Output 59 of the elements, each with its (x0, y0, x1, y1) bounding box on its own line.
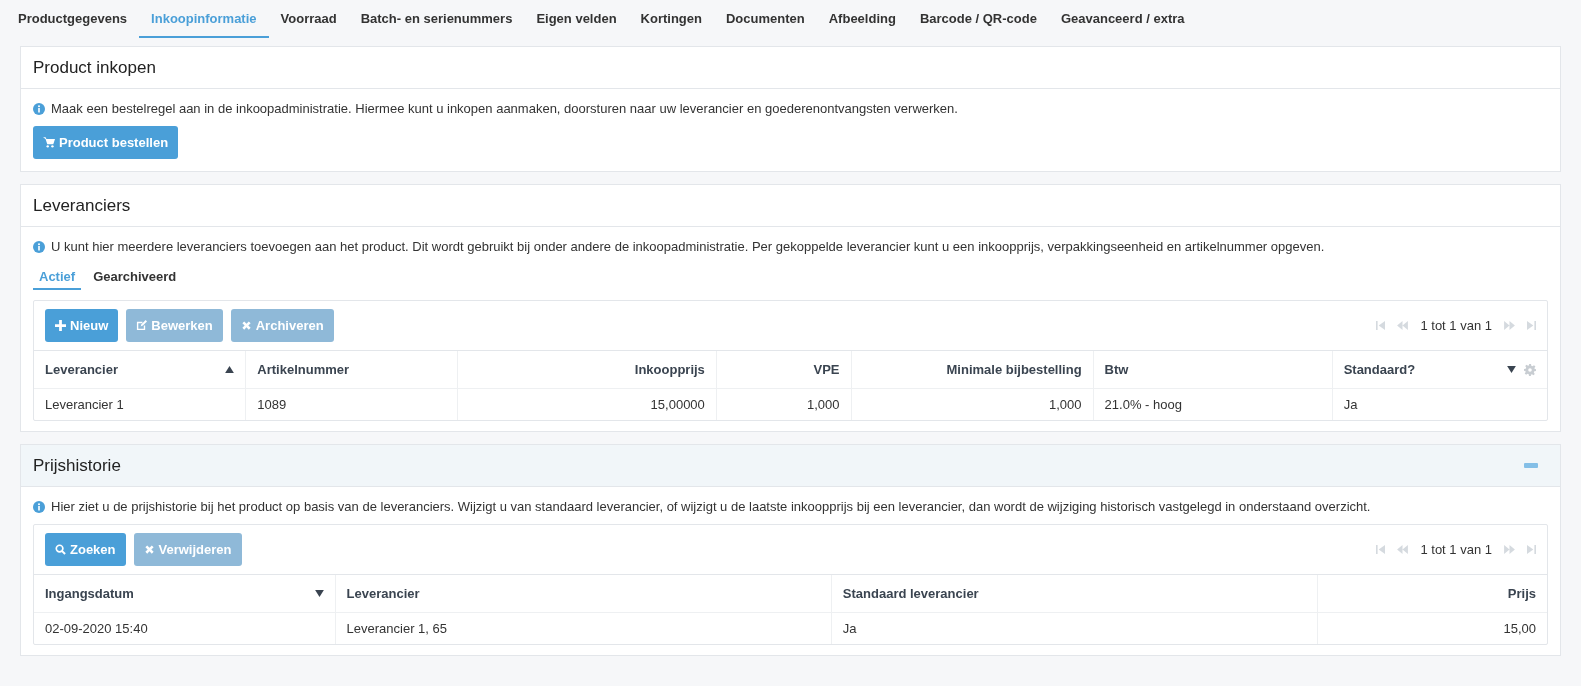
search-icon (55, 544, 66, 555)
first-page-icon[interactable] (1376, 321, 1386, 330)
close-icon (143, 544, 155, 555)
table-cell: 1,000 (851, 388, 1094, 420)
table-cell: Leverancier 1 (34, 388, 246, 420)
column-header[interactable]: Prijs (1507, 586, 1536, 601)
column-header[interactable]: Artikelnummer (257, 362, 350, 377)
next-page-icon[interactable] (1504, 545, 1515, 554)
table-cell: 1,000 (716, 388, 851, 420)
last-page-icon[interactable] (1527, 321, 1536, 330)
column-header[interactable]: VPE (813, 362, 840, 377)
plus-icon (55, 320, 66, 331)
table-cell: 02-09-2020 15:40 (34, 612, 336, 644)
info-icon (33, 240, 45, 253)
tab[interactable]: Gearchiveerd (87, 264, 183, 290)
tab[interactable]: Barcode / QR-code (907, 0, 1049, 38)
table-cell: 15,00 (1317, 612, 1547, 644)
tab[interactable]: Documenten (714, 0, 817, 38)
column-header[interactable]: Inkoopprijs (634, 362, 705, 377)
next-page-icon[interactable] (1504, 321, 1515, 330)
tab[interactable]: Productgegevens (6, 0, 140, 38)
tab[interactable]: Eigen velden (524, 0, 629, 38)
info-text: Hier ziet u de prijshistorie bij het product op basis van de leveranciers. Wijzigt u van standaard leverancier, of wijzigt u de laatste inkoopprijs bij een leverancier, dan wordt de wijziging historisch vastgelegd in onderstaand overzicht. (51, 499, 1371, 514)
settings-icon[interactable] (1524, 363, 1536, 376)
panel-title: Product inkopen (33, 57, 156, 78)
pagination-text: 1 tot 1 van 1 (1420, 318, 1492, 333)
column-header[interactable]: Btw (1104, 362, 1129, 377)
cart-icon (43, 137, 55, 148)
panel-title: Leveranciers (33, 195, 131, 216)
tab[interactable]: Kortingen (628, 0, 714, 38)
table-cell: 21.0% - hoog (1093, 388, 1333, 420)
info-text: Maak een bestelregel aan in de inkoopadministratie. Hiermee kunt u inkopen aanmaken, doorsturen naar uw leverancier en goederenontvangsten verwerken. (51, 101, 958, 116)
column-header[interactable]: Standaard? (1343, 362, 1416, 377)
info-icon (33, 500, 45, 513)
table-cell: Ja (831, 612, 1317, 644)
tab[interactable]: Voorraad (268, 0, 349, 38)
pagination-text: 1 tot 1 van 1 (1420, 542, 1492, 557)
column-header[interactable]: Minimale bijbestelling (946, 362, 1082, 377)
first-page-icon[interactable] (1376, 545, 1386, 554)
collapse-button[interactable] (1524, 463, 1538, 468)
panel-title: Prijshistorie (33, 455, 121, 476)
table-cell: 1089 (245, 388, 458, 420)
last-page-icon[interactable] (1527, 545, 1536, 554)
column-header[interactable]: Standaard leverancier (842, 586, 979, 601)
previous-page-icon[interactable] (1397, 321, 1409, 330)
table-cell: Ja (1332, 388, 1547, 420)
tab[interactable]: Geavanceerd / extra (1048, 0, 1197, 38)
previous-page-icon[interactable] (1397, 545, 1409, 554)
info-icon (33, 102, 45, 115)
tab[interactable]: Afbeelding (816, 0, 908, 38)
table-cell: 15,00000 (457, 388, 717, 420)
column-header[interactable]: Ingangsdatum (45, 586, 134, 601)
column-header[interactable]: Leverancier (346, 586, 420, 601)
info-text: U kunt hier meerdere leveranciers toevoegen aan het product. Dit wordt gebruikt bij onder andere de inkoopadministratie. Per gekoppelde leverancier kunt u een inkoopprijs, verpakkingseenheid en artikelnummer opgeven. (51, 239, 1325, 254)
column-header[interactable]: Leverancier (45, 362, 118, 377)
close-icon (240, 320, 252, 331)
tab[interactable]: Batch- en serienummers (348, 0, 525, 38)
edit-icon (136, 320, 148, 331)
table-cell: Leverancier 1, 65 (335, 612, 832, 644)
